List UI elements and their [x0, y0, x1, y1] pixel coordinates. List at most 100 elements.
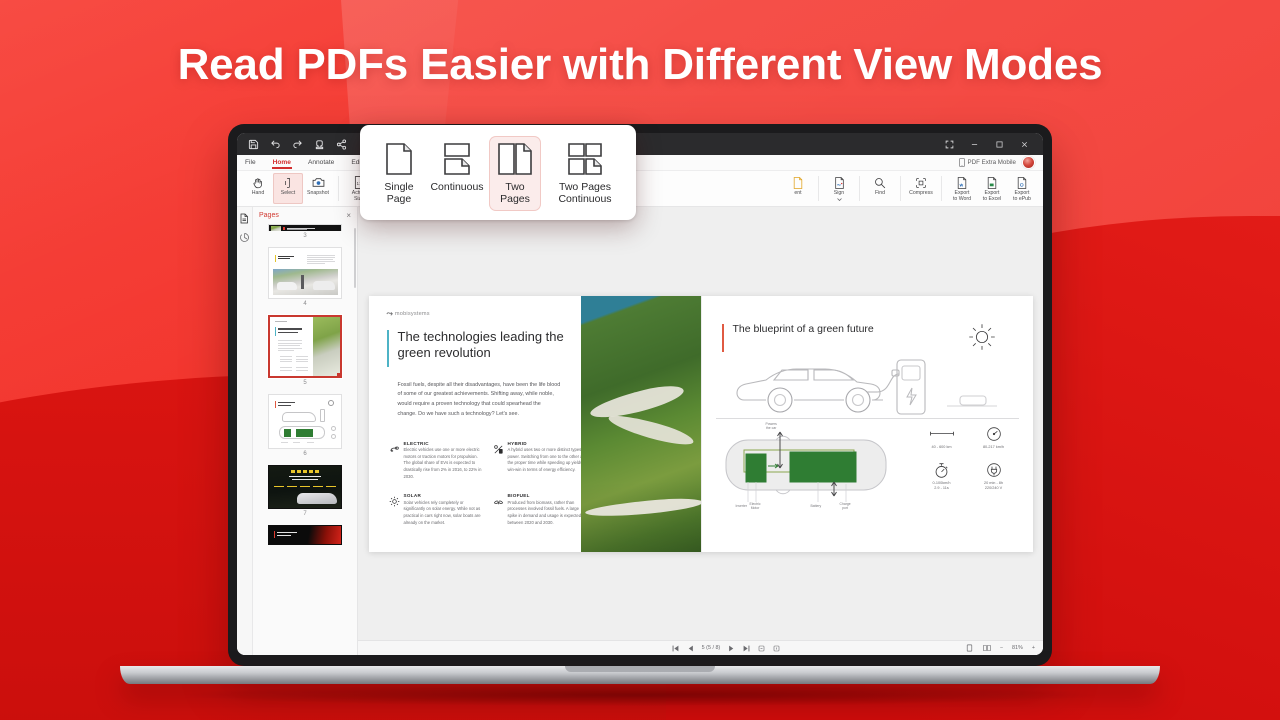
thumbnail-page-8[interactable] — [268, 525, 342, 545]
stopwatch-icon — [934, 462, 949, 479]
stat-label: 40 - 600 km — [931, 445, 951, 450]
thumbnail-page-4[interactable] — [268, 247, 342, 299]
document-canvas[interactable]: ⤳ mobisystems The technologies leading t… — [358, 207, 1043, 640]
compress-button[interactable]: Compress — [906, 173, 936, 204]
thumbnail-list[interactable]: 3 — [253, 224, 357, 655]
snapshot-button[interactable]: Snapshot — [303, 173, 333, 204]
feature-hybrid: HYBRID A hybrid uses two or more distinc… — [493, 441, 589, 481]
document-icon — [793, 175, 803, 190]
view-mode-continuous[interactable]: Continuous — [431, 136, 483, 211]
phone-icon — [959, 158, 965, 167]
feature-description: A hybrid uses two or more distinct types… — [508, 447, 589, 474]
single-page-icon — [386, 142, 412, 176]
export-to-word-button[interactable]: Export to Word — [947, 173, 977, 204]
stat-label: 80-217 km/h — [983, 445, 1004, 450]
thumbnail-page-6[interactable] — [268, 394, 342, 449]
laptop-base — [120, 666, 1160, 684]
hand-tool-button[interactable]: Hand — [243, 173, 273, 204]
menu-item-home[interactable]: Home — [273, 159, 291, 167]
share-icon[interactable] — [336, 139, 347, 150]
thumbnail-number: 4 — [303, 301, 306, 307]
pages-thumbnail-icon[interactable] — [239, 213, 250, 224]
menu-bar: File Home Annotate Edit Fill a PDF Extra… — [237, 155, 1043, 171]
export-to-epub-button[interactable]: Export to ePub — [1007, 173, 1037, 204]
speedometer-icon — [986, 426, 1002, 443]
close-icon[interactable] — [1020, 140, 1029, 149]
view-mode-two-pages[interactable]: Two Pages — [489, 136, 541, 211]
document-page-left[interactable]: ⤳ mobisystems The technologies leading t… — [369, 296, 701, 552]
ev-stats-grid: 40 - 600 km 80-217 km/h — [919, 426, 1017, 492]
pages-panel-header: Pages × — [253, 207, 357, 224]
list-item[interactable]: 5 — [259, 315, 351, 391]
compress-label: Compress — [909, 191, 933, 197]
panel-scrollbar[interactable] — [354, 228, 357, 288]
chevron-down-icon[interactable] — [837, 198, 842, 201]
list-item[interactable]: 6 — [259, 394, 351, 462]
minimize-icon[interactable] — [970, 140, 979, 149]
feature-description: Solar vehicles rely completely or signif… — [404, 500, 485, 527]
export-to-excel-label: Export to Excel — [983, 191, 1001, 202]
prev-page-icon[interactable] — [687, 644, 695, 652]
undo-icon[interactable] — [270, 139, 281, 150]
stamp-icon[interactable] — [314, 139, 325, 150]
select-tool-button[interactable]: Select — [273, 173, 303, 204]
thumbnail-preview — [270, 317, 340, 376]
document-button[interactable]: ent — [783, 173, 813, 204]
export-to-excel-button[interactable]: Export to Excel — [977, 173, 1007, 204]
logo-mark-icon: ⤳ — [387, 309, 392, 319]
document-label: ent — [794, 191, 801, 197]
export-epub-icon — [1017, 175, 1027, 190]
feature-name: HYBRID — [508, 441, 589, 446]
document-viewer[interactable]: ⤳ mobisystems The technologies leading t… — [358, 207, 1043, 655]
car-charging-illustration — [732, 354, 1002, 416]
page-indicator[interactable]: 5 (5 / 8) — [702, 645, 721, 651]
thumbnail-preview — [269, 526, 341, 544]
maximize-icon[interactable] — [995, 140, 1004, 149]
thumbnail-page-7[interactable] — [268, 465, 342, 509]
title-accent-bar — [722, 324, 724, 352]
pdf-extra-mobile-label: PDF Extra Mobile — [968, 159, 1016, 166]
feature-biofuel: BIOFUEL Produced from biomass, rather th… — [493, 493, 589, 526]
save-icon[interactable] — [248, 139, 259, 150]
document-page-right[interactable]: The blueprint of a green future — [701, 296, 1033, 552]
menu-item-file[interactable]: File — [245, 159, 256, 167]
export-excel-icon — [987, 175, 997, 190]
next-page-icon[interactable] — [727, 644, 735, 652]
fit-page-icon[interactable] — [772, 644, 780, 652]
feature-name: SOLAR — [404, 493, 485, 498]
view-mode-two-pages-continuous[interactable]: Two Pages Continuous — [547, 136, 623, 211]
last-page-icon[interactable] — [742, 644, 750, 652]
ev-blueprint-diagram: Powers the car Inverter Electric Motor B… — [718, 424, 903, 514]
blueprint-label-electric-motor: Electric Motor — [750, 502, 761, 511]
thumbnail-page-5[interactable] — [268, 315, 342, 378]
pdf-extra-mobile-button[interactable]: PDF Extra Mobile — [959, 158, 1016, 167]
find-button[interactable]: Find — [865, 173, 895, 204]
bookmark-icon[interactable] — [239, 232, 250, 243]
fullscreen-icon[interactable] — [945, 140, 954, 149]
thumbnail-page-3[interactable] — [268, 224, 342, 231]
stat-range: 40 - 600 km — [919, 426, 965, 450]
list-item[interactable]: 3 — [259, 224, 351, 244]
rotate-icon[interactable] — [757, 644, 765, 652]
sign-button[interactable]: Sign — [824, 173, 854, 204]
blueprint-label-inverter: Inverter — [736, 504, 748, 508]
menu-item-annotate[interactable]: Annotate — [308, 159, 334, 167]
blueprint-label-battery: Battery — [811, 504, 822, 508]
dual-view-icon[interactable] — [983, 644, 991, 652]
first-page-icon[interactable] — [672, 644, 680, 652]
feature-solar: SOLAR Solar vehicles rely completely or … — [389, 493, 485, 526]
pages-panel-title: Pages — [259, 212, 279, 219]
ribbon-divider-1 — [338, 176, 339, 201]
view-mode-single-page[interactable]: Single Page — [373, 136, 425, 211]
close-icon[interactable]: × — [346, 212, 351, 220]
zoom-in-button[interactable]: + — [1032, 645, 1035, 651]
list-item[interactable]: 7 — [259, 465, 351, 522]
single-view-icon[interactable] — [966, 644, 974, 652]
list-item[interactable]: 4 — [259, 247, 351, 312]
select-tool-label: Select — [281, 191, 295, 197]
list-item[interactable] — [259, 525, 351, 545]
zoom-out-button[interactable]: − — [1000, 645, 1003, 651]
left-rail — [237, 207, 253, 655]
avatar[interactable] — [1022, 156, 1035, 169]
redo-icon[interactable] — [292, 139, 303, 150]
